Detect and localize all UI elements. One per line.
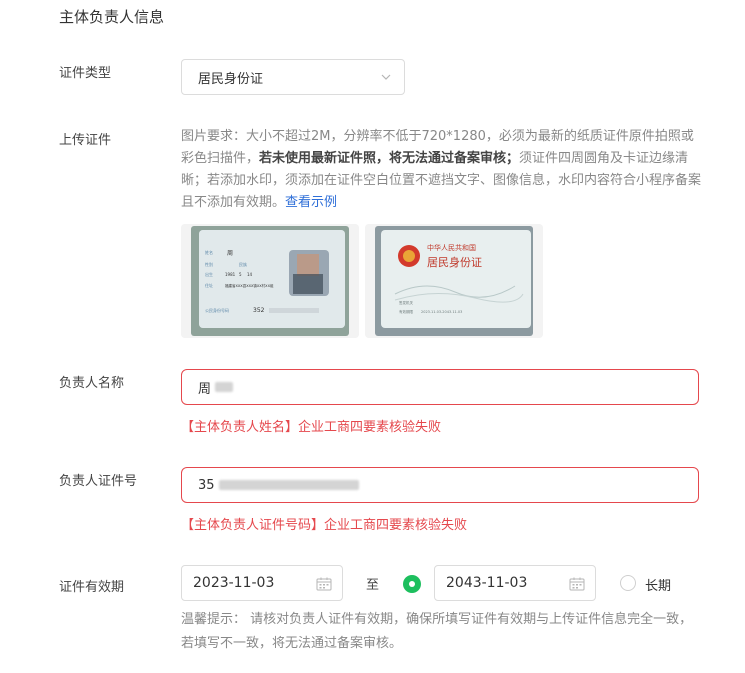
owner-name-value: 周 (198, 381, 212, 397)
front-label-birth: 出生 (205, 271, 213, 277)
long-term-label: 长期 (645, 579, 672, 594)
upload-label: 上传证件 (59, 133, 112, 148)
calendar-icon (569, 577, 585, 591)
id-back-sample[interactable]: 中华人民共和国 居民身份证 签发机关 有效期限 2023.11.03-2043.… (365, 224, 543, 338)
owner-id-input[interactable]: 35 (181, 467, 699, 503)
owner-name-error: 【主体负责人姓名】企业工商四要素核验失败 (181, 420, 442, 435)
back-card-title: 中华人民共和国 (427, 243, 476, 252)
end-date-input[interactable]: 2043-11-03 (434, 565, 596, 601)
front-label-idnum: 公民身份号码 (205, 307, 229, 313)
date-range-separator: 至 (366, 578, 380, 593)
back-field-authority: 签发机关 (399, 300, 413, 305)
owner-name-label: 负责人名称 (59, 376, 125, 391)
end-date-value: 2043-11-03 (446, 575, 528, 591)
id-type-value: 居民身份证 (198, 71, 264, 87)
validity-label: 证件有效期 (59, 580, 125, 595)
owner-name-input[interactable]: 周 (181, 369, 699, 405)
long-term-radio[interactable] (620, 575, 636, 591)
start-date-value: 2023-11-03 (193, 575, 275, 591)
upload-requirements: 图片要求：大小不超过2M，分辨率不低于720*1280，必须为最新的纸质证件原件… (181, 126, 706, 214)
front-name-char: 周 (227, 250, 233, 257)
front-address: 福建省XXX县XXX镇XX村XX组 (225, 283, 274, 288)
calendar-icon (316, 577, 332, 591)
front-label-ethnic: 民族 (239, 261, 247, 267)
end-date-radio[interactable] (403, 575, 421, 593)
back-field-validity: 有效期限 (399, 309, 413, 314)
owner-id-label: 负责人证件号 (59, 474, 138, 489)
redacted-mask (218, 480, 359, 490)
validity-tip: 温馨提示： 请核对负责人证件有效期，确保所填写证件有效期与上传证件信息完全一致，… (181, 612, 693, 651)
front-birth-day: 14 (247, 272, 253, 277)
id-type-select[interactable]: 居民身份证 (181, 59, 405, 95)
front-label-gender: 性别 (205, 261, 213, 267)
chevron-down-icon (381, 74, 391, 80)
owner-id-error: 【主体负责人证件号码】企业工商四要素核验失败 (181, 518, 468, 533)
front-label-name: 姓名 (205, 249, 213, 255)
redacted-mask (215, 382, 234, 392)
id-type-label: 证件类型 (59, 66, 112, 81)
start-date-input[interactable]: 2023-11-03 (181, 565, 343, 601)
front-birth-year: 1981 (225, 272, 236, 277)
requirement-text-bold: 若未使用最新证件照，将无法通过备案审核； (259, 151, 520, 166)
front-label-address: 住址 (205, 282, 213, 288)
back-validity-value: 2023.11.03-2043.11.03 (421, 310, 462, 314)
section-title: 主体负责人信息 (59, 8, 165, 26)
owner-id-value: 35 (198, 477, 215, 493)
id-front-sample[interactable]: 姓名 周 性别 民族 出生 1981 5 14 住址 福建省XXX县XXX镇XX… (181, 224, 359, 338)
back-card-subtitle: 居民身份证 (427, 255, 482, 269)
front-id-prefix: 352 (253, 307, 265, 314)
view-example-link[interactable]: 查看示例 (285, 195, 337, 210)
